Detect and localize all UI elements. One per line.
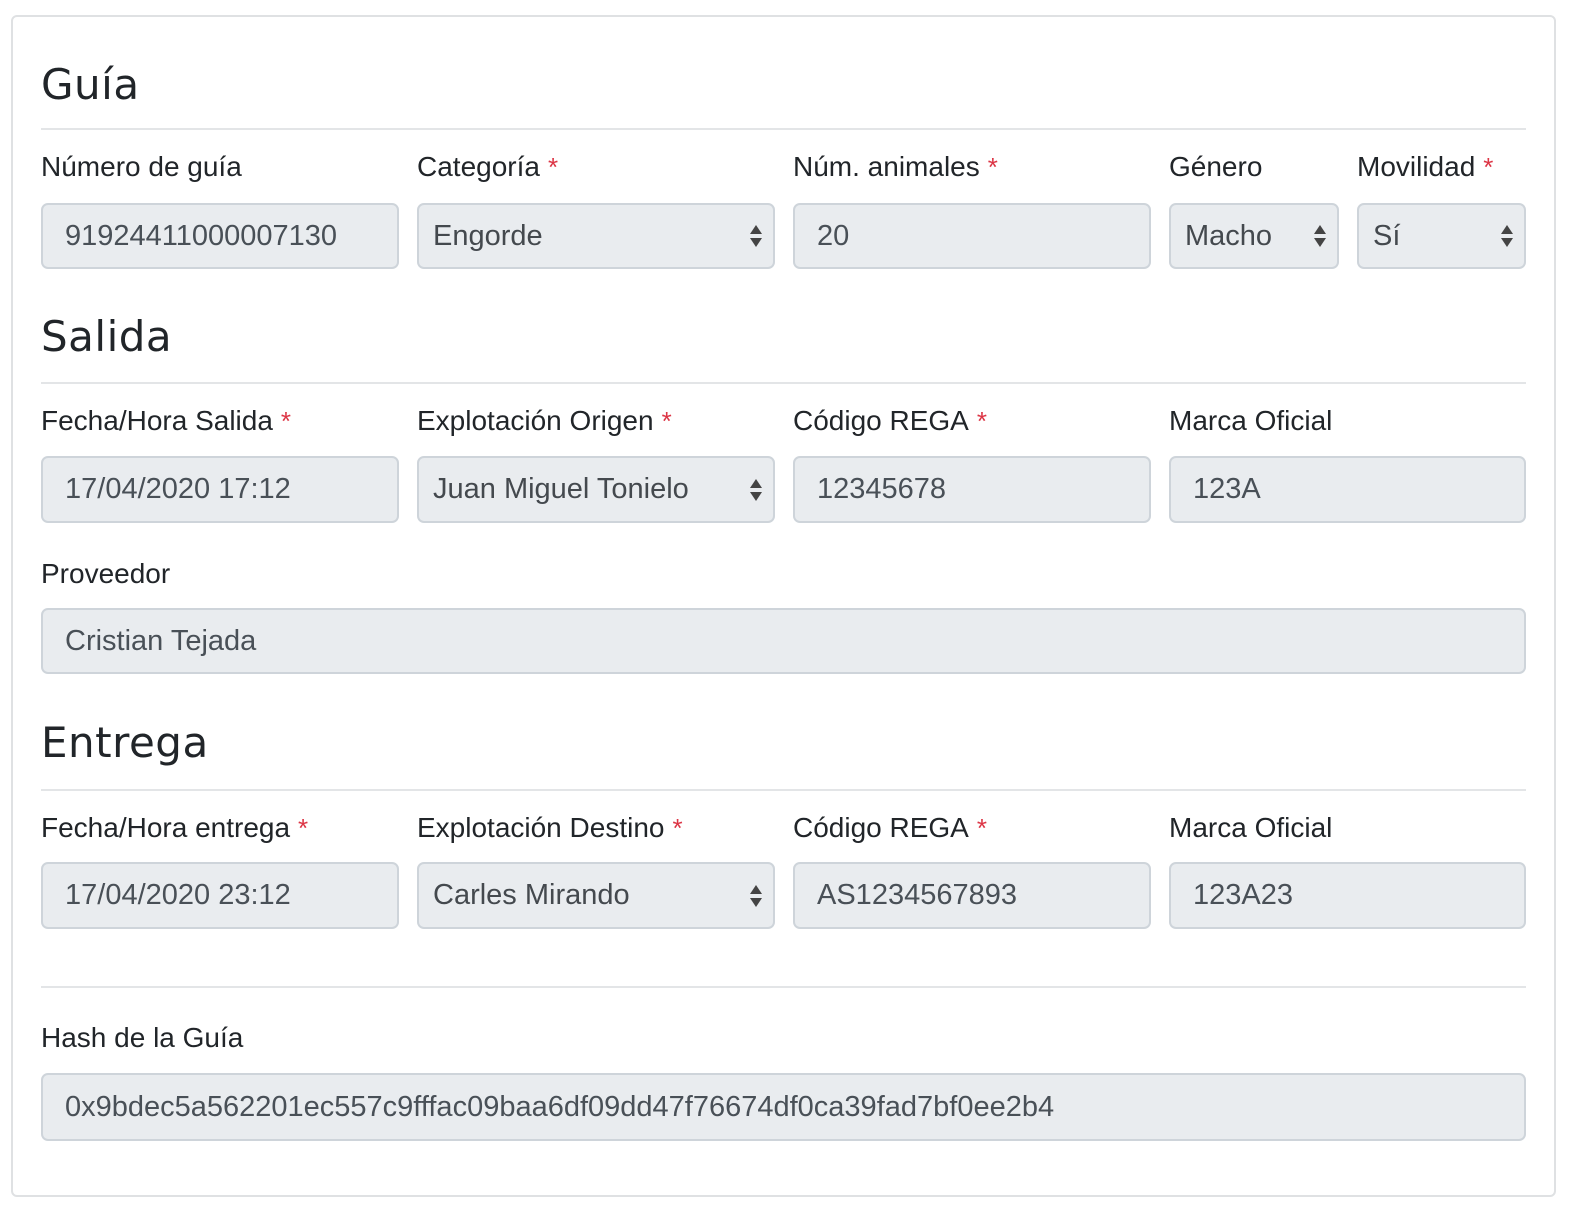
required-marker: * — [547, 152, 559, 182]
select-arrows-icon — [750, 478, 762, 501]
label-fecha-salida: Fecha/Hora Salida * — [41, 405, 292, 436]
required-marker: * — [976, 813, 987, 843]
label-fecha-entrega: Fecha/Hora entrega * — [41, 812, 309, 843]
explotacion-origen-select-value: Juan Miguel Tonielo — [433, 473, 689, 505]
num-animales-field[interactable]: 20 — [793, 203, 1151, 269]
label-genero: Género — [1169, 151, 1263, 182]
label-marca-oficial-entrega: Marca Oficial — [1169, 812, 1333, 843]
genero-select-value: Macho — [1185, 219, 1273, 252]
explotacion-destino-select-value: Carles Mirando — [433, 879, 630, 911]
marca-oficial-salida-field[interactable]: 123A — [1169, 456, 1526, 523]
required-marker: * — [298, 813, 309, 843]
fecha-salida-field[interactable]: 17/04/2020 17:12 — [41, 456, 399, 523]
categoria-select[interactable]: Engorde — [417, 203, 775, 269]
label-explotacion-origen: Explotación Origen * — [417, 405, 672, 436]
fecha-entrega-field[interactable]: 17/04/2020 23:12 — [41, 862, 399, 929]
movilidad-select-value: Sí — [1373, 219, 1401, 252]
select-arrows-icon — [750, 225, 762, 247]
hash-guia-field[interactable]: 0x9bdec5a562201ec557c9fffac09baa6df09dd4… — [41, 1073, 1526, 1141]
section-divider — [41, 128, 1526, 130]
label-codigo-rega-entrega: Código REGA * — [793, 812, 987, 843]
section-title-guia: Guía — [41, 60, 140, 109]
section-divider — [41, 789, 1526, 791]
guia-form-card — [11, 15, 1556, 1197]
numero-guia-field[interactable]: 91924411000007130 — [41, 203, 399, 269]
required-marker: * — [987, 152, 998, 182]
section-divider — [41, 986, 1526, 988]
label-codigo-rega-salida: Código REGA * — [793, 405, 987, 436]
label-marca-oficial-salida: Marca Oficial — [1169, 405, 1333, 436]
select-arrows-icon — [1314, 225, 1326, 247]
genero-select[interactable]: Macho — [1169, 203, 1339, 269]
codigo-rega-salida-field[interactable]: 12345678 — [793, 456, 1151, 523]
label-hash-guia: Hash de la Guía — [41, 1022, 244, 1053]
categoria-select-value: Engorde — [433, 219, 543, 252]
label-numero-guia: Número de guía — [41, 151, 242, 182]
explotacion-destino-select[interactable]: Carles Mirando — [417, 862, 775, 929]
required-marker: * — [1483, 152, 1494, 182]
proveedor-field[interactable]: Cristian Tejada — [41, 608, 1526, 674]
explotacion-origen-select[interactable]: Juan Miguel Tonielo — [417, 456, 775, 523]
section-title-entrega: Entrega — [41, 718, 209, 767]
label-categoria: Categoría * — [417, 151, 559, 182]
section-divider — [41, 382, 1526, 384]
section-title-salida: Salida — [41, 312, 173, 361]
required-marker: * — [976, 406, 987, 436]
label-num-animales: Núm. animales * — [793, 151, 998, 182]
label-explotacion-destino: Explotación Destino * — [417, 812, 683, 843]
codigo-rega-entrega-field[interactable]: AS1234567893 — [793, 862, 1151, 929]
required-marker: * — [661, 406, 672, 436]
required-marker: * — [672, 813, 683, 843]
required-marker: * — [280, 406, 292, 436]
label-proveedor: Proveedor — [41, 558, 171, 589]
movilidad-select[interactable]: Sí — [1357, 203, 1526, 269]
marca-oficial-entrega-field[interactable]: 123A23 — [1169, 862, 1526, 929]
select-arrows-icon — [750, 884, 762, 907]
select-arrows-icon — [1501, 225, 1513, 247]
label-movilidad: Movilidad * — [1357, 151, 1494, 182]
